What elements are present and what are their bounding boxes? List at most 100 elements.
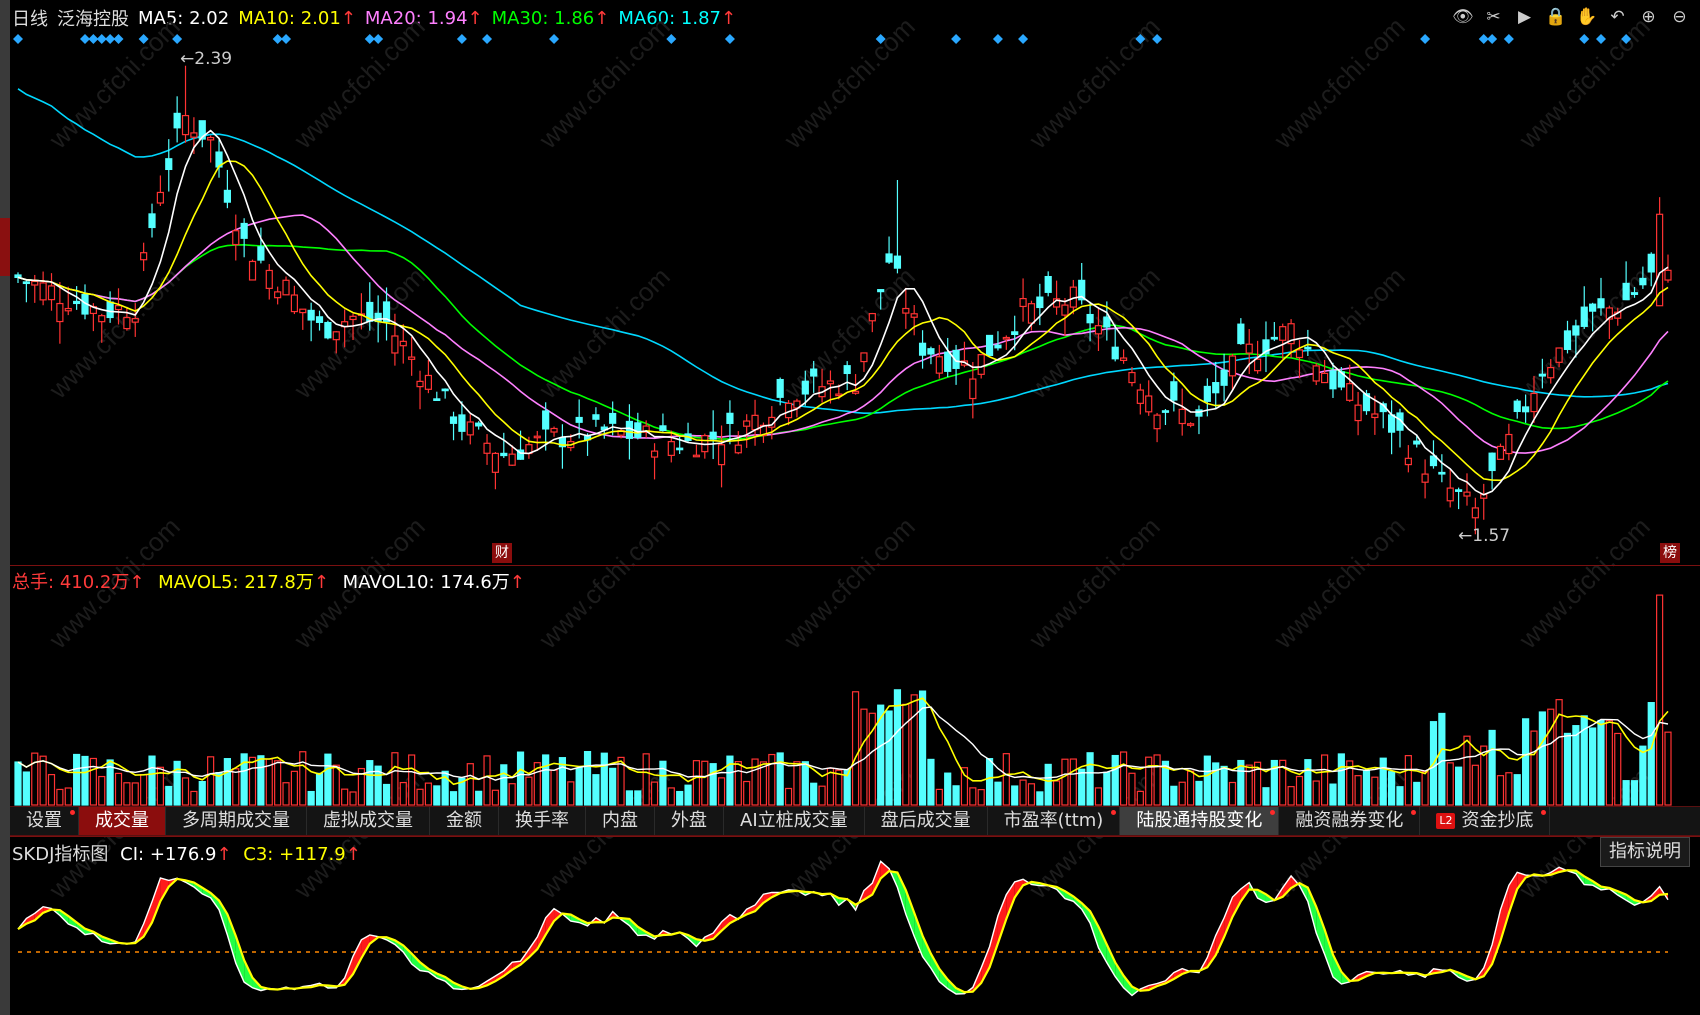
volume-bar xyxy=(1664,731,1672,806)
volume-bar xyxy=(1287,786,1295,806)
rank-badge[interactable]: 榜 xyxy=(1660,543,1680,563)
candle-body xyxy=(475,422,483,427)
tab-after-hours-volume[interactable]: 盘后成交量 xyxy=(865,807,988,835)
volume-legend: 总手: 410.2万↑ MAVOL5: 217.8万↑ MAVOL10: 174… xyxy=(12,568,533,594)
tab-label: 市盈率(ttm) xyxy=(1003,810,1104,831)
volume-bar xyxy=(1656,594,1664,806)
skdj-panel-divider xyxy=(10,836,1700,837)
volume-bar xyxy=(567,781,575,806)
indicator-tabs: 设置 成交量 多周期成交量 虚拟成交量 金额 换手率 内盘 外盘 AI立桩成交量… xyxy=(10,806,1700,836)
tab-multi-period-volume[interactable]: 多周期成交量 xyxy=(166,807,307,835)
candle-body xyxy=(1304,346,1312,350)
volume-bar xyxy=(944,772,952,806)
candle-body xyxy=(56,302,64,323)
skdj-d-path xyxy=(17,869,1669,994)
candle-body xyxy=(64,307,72,312)
volume-bar xyxy=(885,710,893,806)
candle-body xyxy=(1237,323,1245,345)
volume-bar xyxy=(366,760,374,806)
candle-body xyxy=(173,112,181,129)
c3-value: C3: +117.9↑ xyxy=(243,844,361,865)
volume-bar xyxy=(1086,752,1094,806)
candle-body xyxy=(223,189,231,203)
volume-bar xyxy=(274,760,282,806)
finance-badge[interactable]: 财 xyxy=(492,543,512,563)
new-dot xyxy=(1541,810,1547,815)
volume-bar xyxy=(642,753,650,806)
candle-body xyxy=(433,398,441,401)
candle-body xyxy=(935,356,943,374)
tab-turnover[interactable]: 换手率 xyxy=(499,807,586,835)
tab-amount[interactable]: 金额 xyxy=(430,807,499,835)
volume-bar xyxy=(1404,755,1412,806)
volume-bar xyxy=(1002,753,1010,806)
candle-body xyxy=(902,307,910,314)
mavol5-value: 217.8万 xyxy=(244,572,314,593)
volume-bar xyxy=(1069,758,1077,806)
candle-body xyxy=(1572,325,1580,336)
tab-virtual-volume[interactable]: 虚拟成交量 xyxy=(307,807,430,835)
tab-hk-connect-holding[interactable]: 陆股通持股变化 xyxy=(1120,807,1280,835)
candle-body xyxy=(776,378,784,398)
volume-bar xyxy=(508,783,516,806)
volume-bar xyxy=(1379,757,1387,806)
skdj-fill xyxy=(1098,926,1107,963)
volume-bar xyxy=(1044,763,1052,806)
volume-bar xyxy=(433,785,441,806)
watermark-text: www.cfchi.com xyxy=(1267,511,1410,654)
volume-bar xyxy=(349,791,357,806)
candle-body xyxy=(458,414,466,432)
candle-body xyxy=(39,282,47,301)
volume-bar xyxy=(709,763,717,806)
volume-bar xyxy=(776,752,784,806)
candle-body xyxy=(801,380,809,395)
candle-body xyxy=(575,416,583,423)
mavol5-path xyxy=(17,697,1669,786)
signal-diamond xyxy=(1420,34,1431,44)
candle-body xyxy=(1538,373,1546,377)
candle-body xyxy=(1320,372,1329,384)
candle-body xyxy=(542,410,550,430)
tab-volume[interactable]: 成交量 xyxy=(79,807,166,835)
volume-bar xyxy=(1052,780,1061,806)
volume-bar xyxy=(198,780,206,806)
volume-bar xyxy=(31,752,39,806)
tab-margin-change[interactable]: 融资融券变化 xyxy=(1279,807,1421,835)
high-price-value: 2.39 xyxy=(194,49,233,69)
volume-bar xyxy=(64,787,72,806)
tab-bottom-fishing[interactable]: L2 资金抄底 xyxy=(1420,807,1551,835)
candle-body xyxy=(994,344,1002,349)
total-volume-label: 总手: xyxy=(12,572,55,593)
candle-body xyxy=(1027,303,1036,324)
candle-body xyxy=(131,318,139,323)
candle-body xyxy=(408,356,416,360)
candle-body xyxy=(31,280,39,286)
candle-body xyxy=(491,452,500,473)
candle-body xyxy=(826,380,835,385)
tab-ai-volume[interactable]: AI立桩成交量 xyxy=(724,807,865,835)
volume-bar xyxy=(835,769,843,806)
tab-inner[interactable]: 内盘 xyxy=(586,807,655,835)
volume-bar xyxy=(173,760,181,806)
candle-body xyxy=(885,253,893,263)
candle-body xyxy=(1580,306,1588,327)
volume-bar xyxy=(1220,765,1228,806)
tab-outer[interactable]: 外盘 xyxy=(655,807,724,835)
candle-body xyxy=(717,444,726,466)
tab-label: 外盘 xyxy=(671,810,707,831)
candle-body xyxy=(843,365,851,375)
volume-bar xyxy=(1019,779,1027,806)
volume-bar xyxy=(491,789,500,806)
candle-body xyxy=(466,421,474,436)
volume-bar xyxy=(701,760,709,806)
skdj-title[interactable]: SKDJ指标图 xyxy=(12,844,108,865)
volume-bar xyxy=(525,776,533,806)
tab-settings[interactable]: 设置 xyxy=(10,807,79,835)
candle-body xyxy=(240,222,248,239)
candlesticks xyxy=(14,65,1672,535)
tab-pe-ttm[interactable]: 市盈率(ttm) xyxy=(988,807,1121,835)
c3-number: +117.9 xyxy=(279,844,346,865)
volume-bar xyxy=(1522,718,1530,806)
indicator-explain-button[interactable]: 指标说明 xyxy=(1600,837,1690,867)
volume-bar xyxy=(1421,771,1429,806)
